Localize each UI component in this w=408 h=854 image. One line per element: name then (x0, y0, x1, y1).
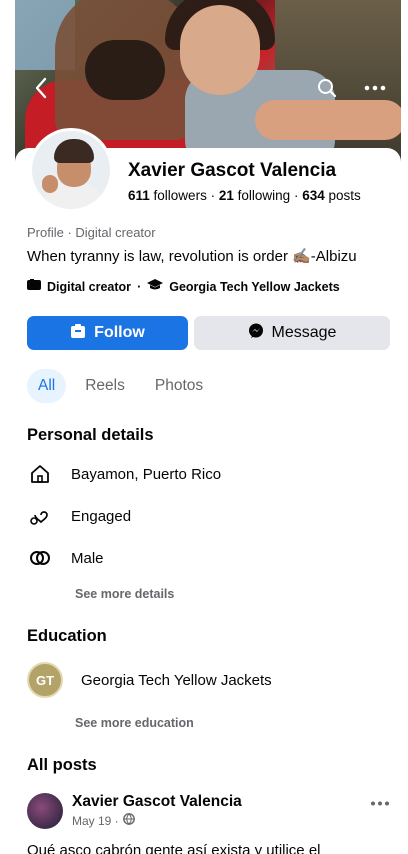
post-more-icon[interactable] (370, 790, 390, 811)
profile-avatar[interactable] (29, 128, 113, 212)
hearts-icon (27, 503, 53, 529)
message-button[interactable]: Message (194, 316, 390, 350)
education-school-label: Georgia Tech Yellow Jackets (81, 671, 272, 689)
tab-all[interactable]: All (27, 369, 67, 403)
post-author-avatar[interactable] (27, 793, 63, 829)
georgia-tech-logo-icon: GT (27, 662, 63, 698)
gender-icon (27, 545, 53, 571)
follow-label: Follow (94, 324, 145, 341)
post-text: Qué asco cabrón gente así exista y utili… (27, 842, 321, 854)
back-icon[interactable] (29, 76, 53, 100)
see-more-details-link[interactable]: See more details (75, 587, 174, 601)
detail-relationship: Engaged (27, 503, 131, 529)
following-count[interactable]: 21 (219, 188, 234, 203)
search-icon[interactable] (315, 76, 339, 100)
education-title: Education (27, 627, 107, 645)
following-label[interactable]: following (238, 188, 291, 203)
posts-count: 634 (302, 188, 325, 203)
profile-badges: Digital creator · Georgia Tech Yellow Ja… (27, 279, 340, 294)
post-author-name[interactable]: Xavier Gascot Valencia (72, 793, 242, 811)
posts-label: posts (328, 188, 361, 203)
badge-school[interactable]: Georgia Tech Yellow Jackets (169, 280, 339, 294)
post-date[interactable]: May 19 · (72, 814, 119, 828)
profile-page: Xavier Gascot Valencia 611 followers · 2… (15, 0, 401, 854)
detail-gender-label: Male (71, 549, 104, 567)
profile-name: Xavier Gascot Valencia (128, 160, 337, 181)
education-item[interactable]: GT Georgia Tech Yellow Jackets (27, 662, 272, 698)
followers-label[interactable]: followers (154, 188, 207, 203)
see-more-education-link[interactable]: See more education (75, 716, 194, 730)
tab-reels[interactable]: Reels (74, 369, 136, 403)
post-meta: May 19 · (72, 813, 242, 828)
badge-creator: Digital creator (47, 279, 132, 294)
detail-location: Bayamon, Puerto Rico (27, 461, 221, 487)
profile-category: Profile · Digital creator (27, 225, 156, 240)
globe-icon (122, 813, 135, 828)
messenger-icon (248, 323, 264, 344)
more-options-icon[interactable] (363, 76, 387, 100)
profile-stats: 611 followers · 21 following · 634 posts (128, 188, 361, 203)
tab-photos[interactable]: Photos (144, 369, 214, 403)
follow-button[interactable]: Follow (27, 316, 188, 350)
message-label: Message (271, 324, 337, 341)
post-header: Xavier Gascot Valencia May 19 · (27, 793, 242, 829)
profile-tabs: All Reels Photos (27, 369, 214, 403)
follow-icon (70, 323, 86, 344)
detail-relationship-label: Engaged (71, 507, 132, 525)
detail-gender: Male (27, 545, 104, 571)
graduation-cap-icon (147, 279, 164, 294)
personal-details-title: Personal details (27, 426, 154, 444)
creator-icon (27, 279, 41, 294)
profile-bio: When tyranny is law, revolution is order… (27, 248, 357, 265)
home-icon (27, 461, 53, 487)
detail-location-label: Bayamon, Puerto Rico (71, 465, 222, 483)
followers-count[interactable]: 611 (128, 188, 150, 203)
all-posts-title: All posts (27, 756, 97, 774)
